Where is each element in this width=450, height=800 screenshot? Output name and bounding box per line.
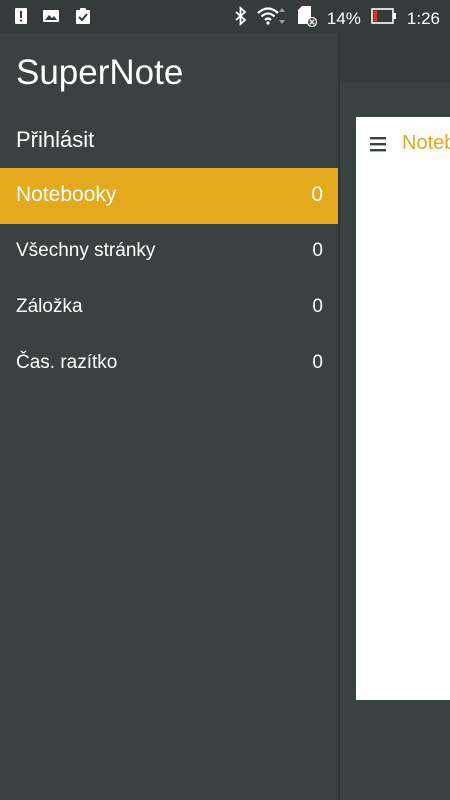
drawer-item-count: 0 [312,296,323,317]
drawer-item-label: Čas. razítko [16,352,118,373]
menu-icon[interactable] [370,136,386,152]
wifi-icon [257,6,287,31]
status-bar: 14% 1:26 [0,0,450,33]
drawer-item-bookmark[interactable]: Záložka 0 [0,280,338,336]
card-title: Notebooky [402,132,450,154]
drawer-item-label: Notebooky [16,183,117,206]
drawer-item-notebooks[interactable]: Notebooky 0 [0,168,338,224]
image-icon [42,8,60,29]
status-system: 14% 1:26 [235,5,440,32]
app-title: SuperNote [16,53,184,92]
drawer-item-label: Záložka [16,296,83,317]
drawer-item-timestamp[interactable]: Čas. razítko 0 [0,336,338,392]
drawer-nav-list: Notebooky 0 Všechny stránky 0 Záložka 0 … [0,168,338,392]
drawer-item-all-pages[interactable]: Všechny stránky 0 [0,224,338,280]
main-content: Notebooky [340,33,450,800]
screen: 14% 1:26 Noteb SuperNote Přihlásit Noteb… [0,0,450,800]
battery-icon [371,8,397,29]
drawer-item-count: 0 [312,240,323,261]
alert-icon [14,6,28,31]
login-button[interactable]: Přihlásit [16,127,94,153]
notebook-card[interactable]: Notebooky [356,117,450,700]
drawer-item-count: 0 [312,352,323,373]
clock-time: 1:26 [406,8,440,28]
navigation-drawer: SuperNote Přihlásit Notebooky 0 Všechny … [0,33,340,800]
status-notifications [14,6,92,31]
main-toolbar [340,33,450,83]
battery-percent: 14% [326,8,361,28]
clipboard-check-icon [74,7,92,30]
bluetooth-icon [235,5,247,31]
sd-card-icon [297,5,317,32]
card-header: Notebooky [356,117,450,171]
drawer-item-label: Všechny stránky [16,240,156,261]
drawer-item-count: 0 [311,183,323,206]
